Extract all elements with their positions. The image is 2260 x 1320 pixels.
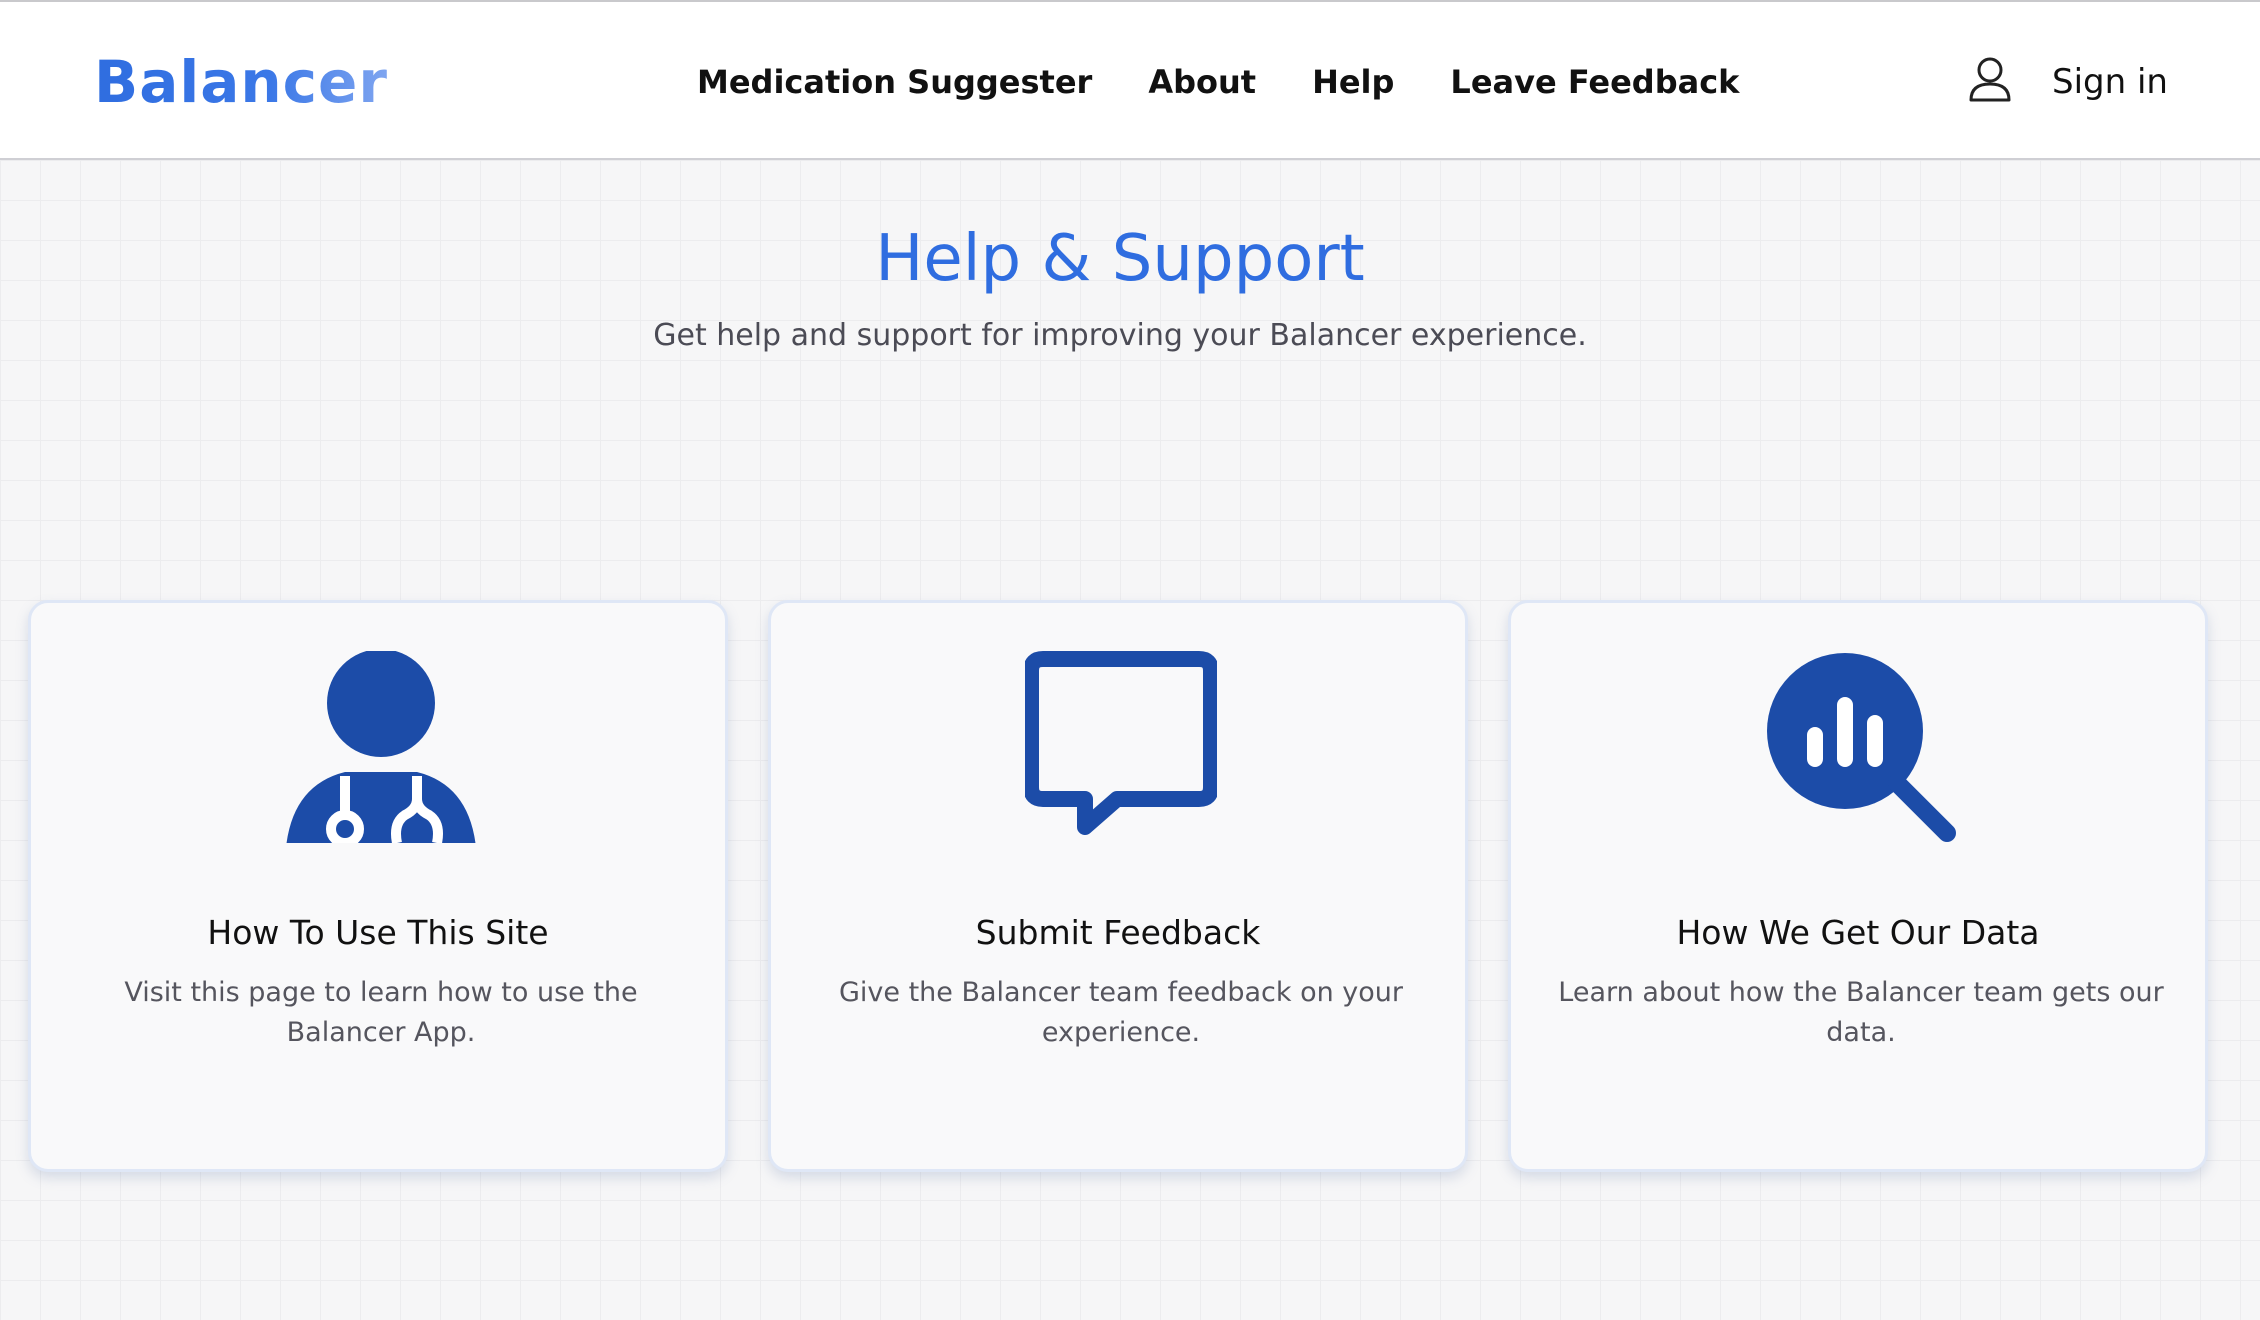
nav-item-medication-suggester[interactable]: Medication Suggester (697, 60, 1092, 104)
card-submit-feedback[interactable]: Submit Feedback Give the Balancer team f… (768, 600, 1468, 1172)
page-title: Help & Support (875, 222, 1365, 296)
nav-item-about[interactable]: About (1148, 60, 1256, 104)
site-header: Balancer Medication Suggester About Help… (0, 2, 2260, 160)
card-title: How We Get Our Data (1676, 913, 2040, 952)
card-title: Submit Feedback (975, 913, 1261, 952)
nav-item-leave-feedback[interactable]: Leave Feedback (1450, 60, 1739, 104)
card-description: Give the Balancer team feedback on your … (838, 977, 1404, 1048)
nav-item-help[interactable]: Help (1312, 60, 1394, 104)
main-nav: Medication Suggester About Help Leave Fe… (697, 60, 1739, 104)
card-how-to-use[interactable]: How To Use This Site Visit this page to … (28, 600, 728, 1172)
card-how-we-get-data[interactable]: How We Get Our Data Learn about how the … (1508, 600, 2208, 1172)
brand-logo[interactable]: Balancer (94, 48, 388, 116)
speech-bubble-icon (1025, 651, 1217, 835)
card-title: How To Use This Site (207, 913, 549, 952)
card-description: Learn about how the Balancer team gets o… (1558, 977, 2164, 1048)
help-main: Help & Support Get help and support for … (0, 160, 2260, 1320)
doctor-stethoscope-icon (286, 651, 476, 843)
card-description: Visit this page to learn how to use the … (124, 977, 638, 1048)
data-search-icon (1767, 653, 1956, 842)
sign-in-link[interactable]: Sign in (2052, 60, 2168, 104)
user-icon[interactable] (1968, 56, 2012, 102)
page-subtitle: Get help and support for improving your … (653, 318, 1587, 353)
